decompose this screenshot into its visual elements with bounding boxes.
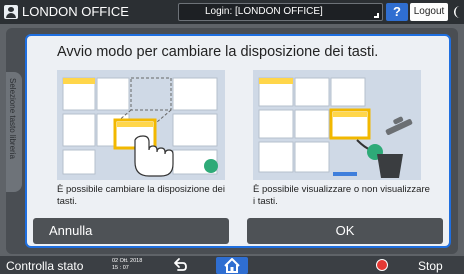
office-title: LONDON OFFICE: [22, 4, 129, 19]
caption-hide-keys: È possibile visualizzare o non visualizz…: [253, 184, 430, 207]
illustration-move-keys: [57, 70, 225, 180]
bottom-bar: Controlla stato 02 Ott. 2018 15 : 07 Sto…: [0, 256, 464, 274]
key-layout-dialog: Avvio modo per cambiare la disposizione …: [25, 34, 451, 248]
user-icon: [4, 5, 18, 19]
caption-move-keys: È possibile cambiare la disposizione dei…: [57, 184, 225, 207]
time-text: 15 : 07: [112, 265, 129, 271]
stop-button[interactable]: Stop: [418, 258, 443, 274]
cancel-button[interactable]: Annulla: [33, 218, 229, 244]
ok-button[interactable]: OK: [247, 218, 443, 244]
energy-saver-moon-icon[interactable]: [452, 5, 464, 19]
login-field[interactable]: Login: [LONDON OFFICE]: [178, 3, 383, 21]
illustration-hide-keys: [253, 70, 421, 180]
resize-corner-icon: [374, 13, 379, 18]
home-button[interactable]: [216, 257, 248, 274]
move-keys-illustration: [57, 70, 225, 180]
check-status-button[interactable]: Controlla stato: [6, 258, 83, 274]
dialog-title: Avvio modo per cambiare la disposizione …: [57, 44, 379, 60]
hide-keys-illustration: [253, 70, 421, 180]
date-text: 02 Ott. 2018: [112, 258, 143, 264]
help-button[interactable]: ?: [386, 3, 408, 21]
logout-button[interactable]: Logout: [410, 3, 448, 21]
date-time: 02 Ott. 2018 15 : 07: [112, 258, 142, 272]
side-tab-library-keys[interactable]: Selezione tasto libreria: [6, 72, 22, 192]
login-text: Login: [LONDON OFFICE]: [205, 6, 323, 17]
side-tab-label: Selezione tasto libreria: [8, 78, 17, 159]
stop-icon[interactable]: [376, 259, 388, 271]
back-icon[interactable]: [172, 257, 188, 273]
home-icon: [224, 258, 240, 273]
top-bar: LONDON OFFICE Login: [LONDON OFFICE] ? L…: [0, 0, 464, 24]
